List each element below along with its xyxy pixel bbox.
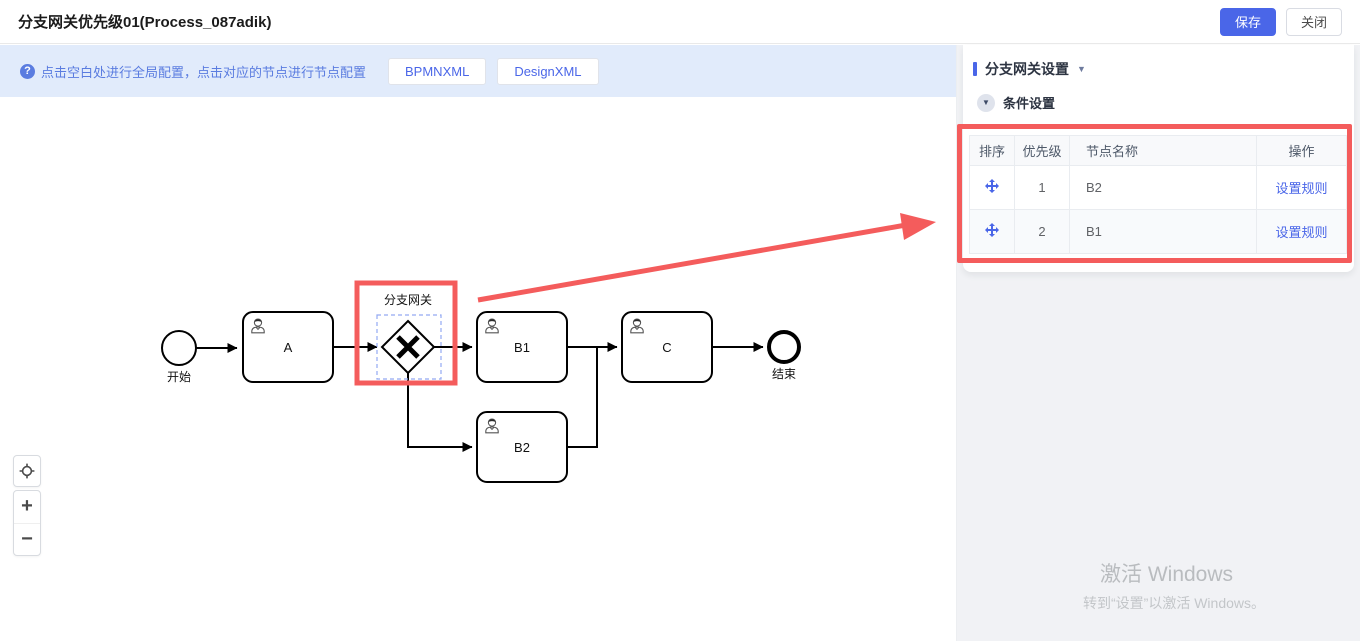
red-annotation-arrow <box>478 213 936 300</box>
gateway-settings-panel: 分支网关设置 ▼ ▼ 条件设置 排序 优先级 节点名称 操作 <box>956 45 1360 641</box>
title-accent-bar <box>973 62 977 76</box>
section-title: 条件设置 <box>1003 93 1055 112</box>
task-b1-node[interactable]: B1 <box>477 312 567 382</box>
task-c-label: C <box>662 340 671 355</box>
info-bar: ? 点击空白处进行全局配置，点击对应的节点进行节点配置 BPMNXML Desi… <box>0 45 956 97</box>
condition-table: 排序 优先级 节点名称 操作 1 B2 <box>969 135 1347 254</box>
panel-title-row[interactable]: 分支网关设置 ▼ <box>973 59 1086 79</box>
table-row: 2 B1 设置规则 <box>970 210 1347 254</box>
settings-card: 分支网关设置 ▼ ▼ 条件设置 排序 优先级 节点名称 操作 <box>963 45 1354 272</box>
set-rule-link[interactable]: 设置规则 <box>1275 225 1327 240</box>
gateway-label: 分支网关 <box>384 293 432 307</box>
help-circle-icon: ? <box>20 64 35 79</box>
fit-view-button[interactable] <box>13 455 41 487</box>
crosshair-icon <box>19 463 35 479</box>
column-header-sort: 排序 <box>970 136 1015 166</box>
page-title: 分支网关优先级01(Process_087adik) <box>18 11 271 32</box>
panel-title: 分支网关设置 <box>985 59 1069 79</box>
task-c-node[interactable]: C <box>622 312 712 382</box>
table-row: 1 B2 设置规则 <box>970 166 1347 210</box>
end-event-node[interactable]: 结束 <box>769 332 799 381</box>
table-header-row: 排序 优先级 节点名称 操作 <box>970 136 1347 166</box>
column-header-action: 操作 <box>1257 136 1347 166</box>
bpmn-canvas[interactable]: 开始 A 分支网关 B1 <box>0 97 956 641</box>
start-event-label: 开始 <box>167 370 191 384</box>
node-name-cell: B1 <box>1070 210 1257 254</box>
priority-cell: 1 <box>1015 166 1070 210</box>
designxml-button[interactable]: DesignXML <box>497 58 598 85</box>
bpmnxml-button[interactable]: BPMNXML <box>388 58 486 85</box>
column-header-priority: 优先级 <box>1015 136 1070 166</box>
bpmn-diagram: 开始 A 分支网关 B1 <box>0 97 956 641</box>
task-b1-label: B1 <box>514 340 530 355</box>
chevron-down-icon[interactable]: ▼ <box>1077 64 1086 74</box>
task-a-label: A <box>284 340 293 355</box>
zoom-out-button[interactable]: − <box>14 523 40 555</box>
condition-section-header[interactable]: ▼ 条件设置 <box>977 93 1055 112</box>
drag-handle-icon[interactable] <box>985 179 999 193</box>
start-event-node[interactable]: 开始 <box>162 331 196 384</box>
process-editor-app: 分支网关优先级01(Process_087adik) 保存 关闭 ? 点击空白处… <box>0 0 1360 641</box>
info-hint-text: 点击空白处进行全局配置，点击对应的节点进行节点配置 <box>41 62 366 81</box>
top-header: 分支网关优先级01(Process_087adik) 保存 关闭 <box>0 0 1360 44</box>
drag-handle-icon[interactable] <box>985 223 999 237</box>
collapse-chevron-icon[interactable]: ▼ <box>977 94 995 112</box>
save-button[interactable]: 保存 <box>1220 8 1276 36</box>
task-b2-node[interactable]: B2 <box>477 412 567 482</box>
task-b2-label: B2 <box>514 440 530 455</box>
set-rule-link[interactable]: 设置规则 <box>1275 181 1327 196</box>
column-header-node-name: 节点名称 <box>1070 136 1257 166</box>
zoom-toolbar: + − <box>13 490 41 556</box>
end-event-label: 结束 <box>772 367 796 381</box>
close-button[interactable]: 关闭 <box>1286 8 1342 36</box>
zoom-in-button[interactable]: + <box>14 491 40 523</box>
task-a-node[interactable]: A <box>243 312 333 382</box>
exclusive-gateway-node[interactable]: 分支网关 <box>357 283 455 383</box>
node-name-cell: B2 <box>1070 166 1257 210</box>
priority-cell: 2 <box>1015 210 1070 254</box>
